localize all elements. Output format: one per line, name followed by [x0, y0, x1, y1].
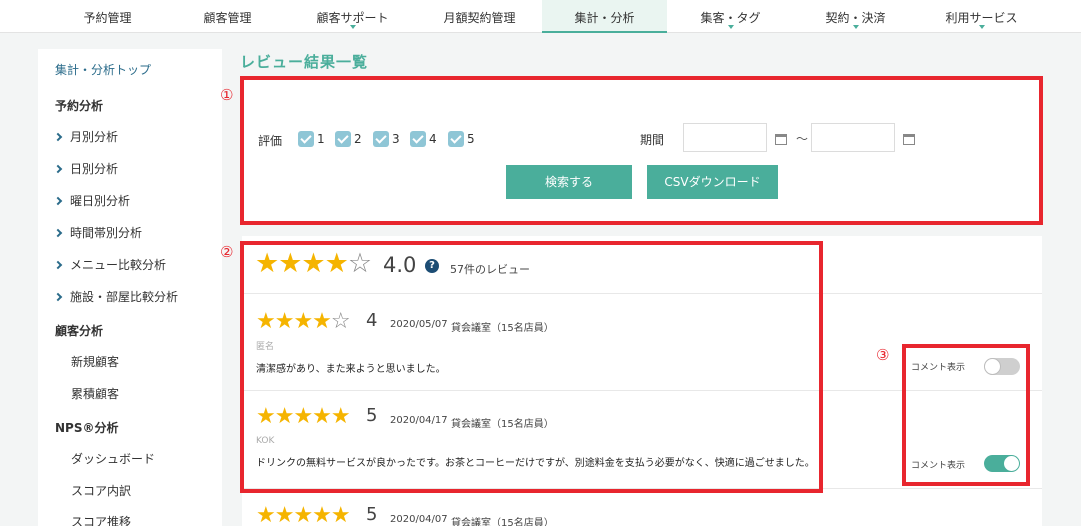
- review-date: 2020/04/07: [390, 514, 448, 525]
- sidebar-item-weekday[interactable]: 曜日別分析: [53, 192, 130, 209]
- sidebar-heading-customer: 顧客分析: [55, 324, 104, 338]
- sidebar-heading-reservation: 予約分析: [55, 99, 104, 113]
- sidebar: 集計・分析トップ 予約分析 月別分析 日別分析 曜日別分析 時間帯別分析 メニュ…: [38, 49, 222, 526]
- annotation-box-reviews: [240, 241, 823, 493]
- nav-marketing-tag[interactable]: 集客・タグ: [668, 0, 793, 33]
- sidebar-item-new-customer[interactable]: 新規顧客: [71, 353, 119, 370]
- nav-monthly-contract[interactable]: 月額契約管理: [417, 0, 542, 33]
- page-title: レビュー結果一覧: [240, 53, 369, 71]
- review-stars: ★★★★★: [256, 503, 351, 526]
- caret-down-icon: [978, 25, 985, 29]
- top-nav: 予約管理 顧客管理 顧客サポート 月額契約管理 集計・分析 集客・タグ 契約・決…: [0, 0, 1081, 33]
- nav-contract-payment[interactable]: 契約・決済: [793, 0, 918, 33]
- sidebar-item-score-breakdown[interactable]: スコア内訳: [71, 482, 131, 499]
- nav-services[interactable]: 利用サービス: [919, 0, 1044, 33]
- annotation-number: ②: [220, 243, 234, 261]
- caret-down-icon: [852, 25, 859, 29]
- caret-down-icon: [349, 25, 356, 29]
- chevron-right-icon: [53, 292, 63, 302]
- sidebar-analytics-top[interactable]: 集計・分析トップ: [55, 61, 151, 78]
- chevron-right-icon: [53, 260, 63, 270]
- sidebar-item-monthly[interactable]: 月別分析: [53, 128, 118, 145]
- nav-analytics[interactable]: 集計・分析: [542, 0, 667, 33]
- annotation-box-filter: [240, 76, 1043, 225]
- chevron-right-icon: [53, 132, 63, 142]
- sidebar-heading-nps: NPS®分析: [55, 421, 119, 435]
- annotation-box-toggles: [902, 344, 1030, 486]
- chevron-right-icon: [53, 228, 63, 238]
- nav-customer-support[interactable]: 顧客サポート: [290, 0, 415, 33]
- chevron-right-icon: [53, 196, 63, 206]
- annotation-number: ①: [220, 86, 234, 104]
- sidebar-item-daily[interactable]: 日別分析: [53, 160, 118, 177]
- nav-reservation[interactable]: 予約管理: [45, 0, 170, 33]
- review-score: 5: [366, 504, 378, 525]
- sidebar-item-dashboard[interactable]: ダッシュボード: [71, 450, 155, 467]
- annotation-number: ③: [876, 346, 890, 364]
- nav-customer[interactable]: 顧客管理: [165, 0, 290, 33]
- chevron-right-icon: [53, 164, 63, 174]
- sidebar-item-timeslot[interactable]: 時間帯別分析: [53, 224, 142, 241]
- sidebar-item-facility-compare[interactable]: 施設・部屋比較分析: [53, 288, 178, 305]
- caret-down-icon: [727, 25, 734, 29]
- sidebar-item-menu-compare[interactable]: メニュー比較分析: [53, 256, 166, 273]
- review-store: 貸会議室（15名店員）: [451, 518, 554, 526]
- sidebar-item-total-customer[interactable]: 累積顧客: [71, 385, 119, 402]
- sidebar-item-score-trend[interactable]: スコア推移: [71, 513, 131, 526]
